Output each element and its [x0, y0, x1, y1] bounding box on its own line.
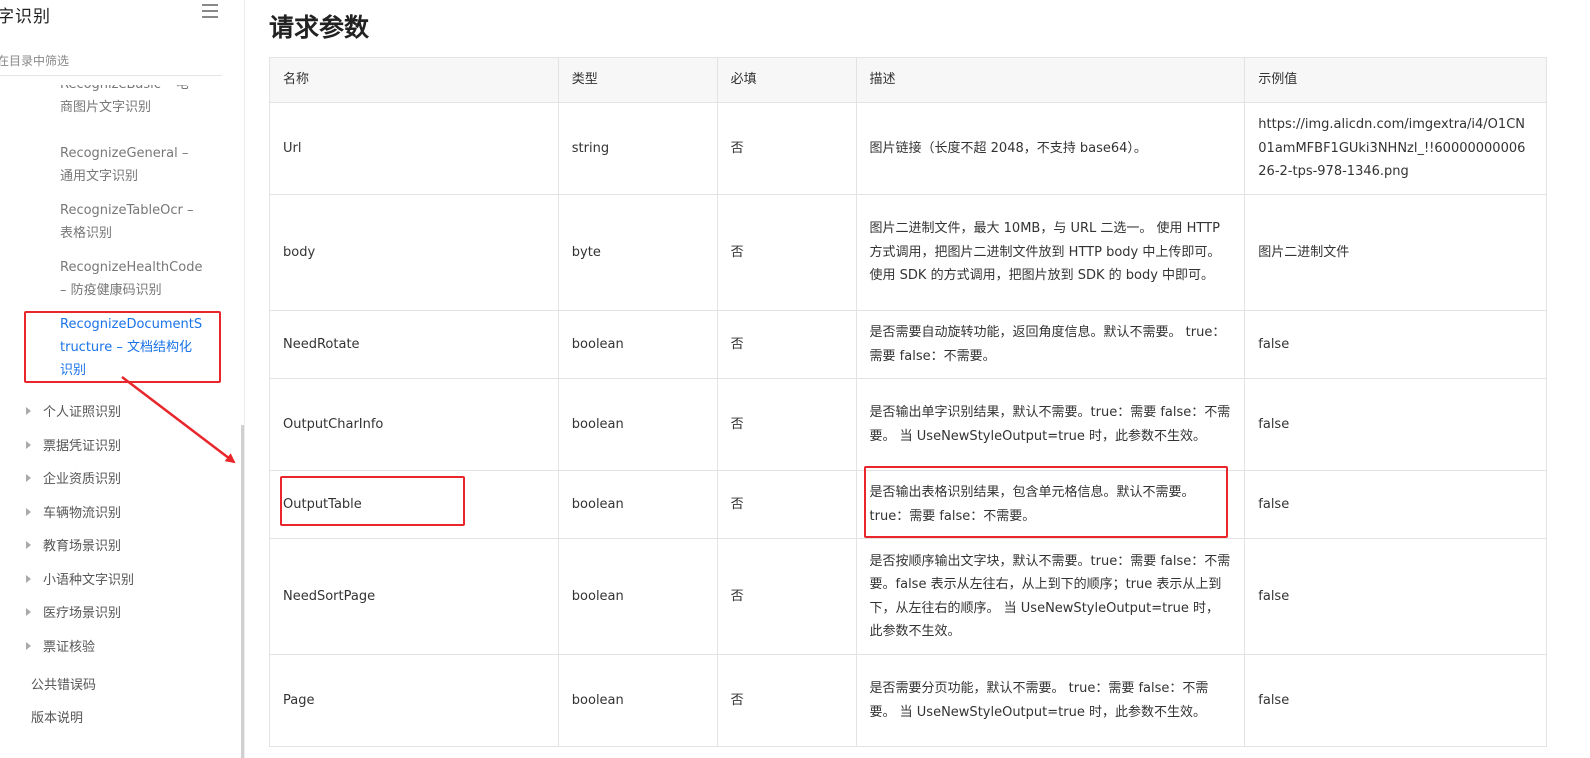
triangle-expand-icon [26, 608, 31, 616]
param-name: Page [269, 654, 559, 747]
sidebar-category-label: 医疗场景识别 [43, 606, 122, 621]
table-row: NeedSortPage boolean 否 是否按顺序输出文字块，默认不需要。… [269, 538, 1547, 655]
table-row: OutputCharInfo boolean 否 是否输出单字识别结果，默认不需… [269, 378, 1547, 471]
sidebar-category-label: 企业资质识别 [43, 472, 122, 487]
highlight-box-output-table-desc [864, 466, 1228, 538]
sidebar-category-label: 个人证照识别 [43, 405, 122, 420]
triangle-expand-icon [26, 441, 31, 449]
sidebar-category[interactable]: 医疗场景识别 [26, 602, 121, 621]
sidebar-category[interactable]: 企业资质识别 [26, 468, 121, 487]
table-row: body byte 否 图片二进制文件，最大 10MB，与 URL 二选一。 使… [269, 194, 1547, 311]
sidebar-item-recognize-general[interactable]: RecognizeGeneral – 通用文字识别 [60, 142, 210, 188]
param-description: 是否需要分页功能，默认不需要。 true：需要 false：不需要。 当 Use… [855, 654, 1246, 747]
param-required: 否 [716, 102, 857, 195]
page-title: 请求参数 [269, 13, 370, 42]
column-header-name: 名称 [269, 57, 559, 103]
sidebar-item-line: RecognizeTableOcr – [60, 203, 194, 218]
column-header-example: 示例值 [1244, 57, 1547, 103]
param-type: boolean [557, 654, 718, 747]
sidebar-category[interactable]: 教育场景识别 [26, 535, 121, 554]
sidebar-link-version-notes[interactable]: 版本说明 [31, 707, 83, 726]
sidebar-item-recognize-basic[interactable]: RecognizeBasic – 电 商图片文字识别 [60, 85, 210, 130]
param-required: 否 [716, 310, 857, 379]
sidebar-category[interactable]: 车辆物流识别 [26, 502, 121, 521]
sidebar-item-line: RecognizeGeneral – [60, 146, 189, 161]
sidebar-category[interactable]: 票据凭证识别 [26, 435, 121, 454]
param-type: boolean [557, 538, 718, 655]
param-example: false [1244, 538, 1547, 655]
sidebar-category[interactable]: 小语种文字识别 [26, 569, 134, 588]
triangle-expand-icon [26, 407, 31, 415]
param-example: false [1244, 654, 1547, 747]
sidebar-category-label: 教育场景识别 [43, 539, 122, 554]
triangle-expand-icon [26, 508, 31, 516]
highlight-box-sidebar [24, 311, 221, 383]
param-example: false [1244, 470, 1547, 539]
hamburger-menu-icon[interactable] [202, 4, 218, 18]
param-required: 否 [716, 378, 857, 471]
sidebar-item-line: – 防疫健康码识别 [60, 283, 162, 298]
column-header-description: 描述 [855, 57, 1246, 103]
sidebar-item-recognize-table-ocr[interactable]: RecognizeTableOcr – 表格识别 [60, 199, 210, 245]
param-example: false [1244, 378, 1547, 471]
param-required: 否 [716, 538, 857, 655]
param-description: 是否按顺序输出文字块，默认不需要。true：需要 false：不需要。false… [855, 538, 1246, 655]
sidebar-category-label: 票据凭证识别 [43, 439, 122, 454]
sidebar-item-line: 商图片文字识别 [60, 100, 152, 115]
table-row: Url string 否 图片链接（长度不超 2048，不支持 base64）。… [269, 102, 1547, 195]
param-description: 是否需要自动旋转功能，返回角度信息。默认不需要。 true：需要 false：不… [855, 310, 1246, 379]
highlight-box-output-table-name [280, 476, 465, 526]
triangle-expand-icon [26, 575, 31, 583]
param-example: false [1244, 310, 1547, 379]
column-header-required: 必填 [716, 57, 857, 103]
sidebar-category[interactable]: 票证核验 [26, 636, 95, 655]
sidebar-item-recognize-health-code[interactable]: RecognizeHealthCode – 防疫健康码识别 [60, 256, 210, 302]
sidebar: 字识别 在目录中筛选 RecognizeBasic – 电 商图片文字识别 Re… [0, 0, 245, 758]
param-description: 图片链接（长度不超 2048，不支持 base64）。 [855, 102, 1246, 195]
sidebar-border [244, 0, 245, 758]
param-type: string [557, 102, 718, 195]
param-name: body [269, 194, 559, 311]
param-description: 是否输出单字识别结果，默认不需要。true：需要 false：不需要。 当 Us… [855, 378, 1246, 471]
sidebar-item-line: 通用文字识别 [60, 169, 139, 184]
sidebar-category-label: 小语种文字识别 [43, 573, 135, 588]
param-required: 否 [716, 470, 857, 539]
sidebar-item-line: RecognizeHealthCode [60, 260, 203, 275]
param-required: 否 [716, 194, 857, 311]
sidebar-link-error-codes[interactable]: 公共错误码 [31, 674, 96, 693]
triangle-expand-icon [26, 642, 31, 650]
param-name: NeedSortPage [269, 538, 559, 655]
table-row: NeedRotate boolean 否 是否需要自动旋转功能，返回角度信息。默… [269, 310, 1547, 379]
sidebar-title: 字识别 [0, 7, 51, 27]
sidebar-item-line: 表格识别 [60, 226, 113, 241]
param-type: boolean [557, 310, 718, 379]
param-name: Url [269, 102, 559, 195]
param-example: 图片二进制文件 [1244, 194, 1547, 311]
filter-divider [0, 75, 222, 76]
table-row: Page boolean 否 是否需要分页功能，默认不需要。 true：需要 f… [269, 654, 1547, 747]
params-table: 名称 类型 必填 描述 示例值 Url string 否 图片链接（长度不超 2… [269, 57, 1547, 747]
param-type: boolean [557, 470, 718, 539]
table-header-row: 名称 类型 必填 描述 示例值 [269, 57, 1547, 103]
filter-input[interactable]: 在目录中筛选 [0, 52, 69, 69]
param-name: OutputCharInfo [269, 378, 559, 471]
param-type: boolean [557, 378, 718, 471]
param-example: https://img.alicdn.com/imgextra/i4/O1CN0… [1244, 102, 1547, 195]
sidebar-category-label: 车辆物流识别 [43, 506, 122, 521]
param-name: NeedRotate [269, 310, 559, 379]
sidebar-item-line: RecognizeBasic – 电 [60, 85, 210, 96]
triangle-expand-icon [26, 474, 31, 482]
sidebar-category-label: 票证核验 [43, 640, 96, 655]
param-description: 图片二进制文件，最大 10MB，与 URL 二选一。 使用 HTTP 方式调用，… [855, 194, 1246, 311]
param-type: byte [557, 194, 718, 311]
triangle-expand-icon [26, 541, 31, 549]
param-required: 否 [716, 654, 857, 747]
sidebar-category[interactable]: 个人证照识别 [26, 401, 121, 420]
column-header-type: 类型 [557, 57, 718, 103]
